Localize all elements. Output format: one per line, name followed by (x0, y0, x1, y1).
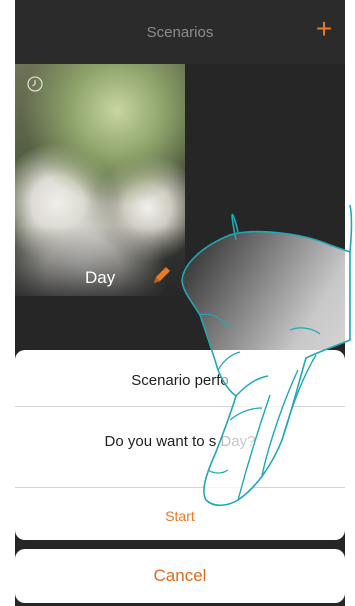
app-screen: Scenarios + Day Scenario perfo Do you wa… (15, 0, 345, 606)
dialog-message: Do you want to s Day? (104, 433, 256, 450)
clock-icon (27, 76, 43, 92)
start-button[interactable]: Start (15, 508, 345, 524)
divider (15, 487, 345, 488)
scenario-tile-day[interactable]: Day (15, 64, 185, 296)
action-sheet: Scenario perfo Do you want to s Day? Sta… (15, 350, 345, 540)
cancel-button[interactable]: Cancel (15, 549, 345, 603)
page-title: Scenarios (146, 24, 214, 41)
pencil-icon[interactable] (151, 264, 173, 286)
dialog-title: Scenario perfo (131, 372, 229, 389)
divider (15, 406, 345, 407)
plus-icon[interactable]: + (311, 15, 337, 43)
scenario-label: Day (85, 268, 116, 287)
header-bar: Scenarios + (15, 0, 345, 64)
